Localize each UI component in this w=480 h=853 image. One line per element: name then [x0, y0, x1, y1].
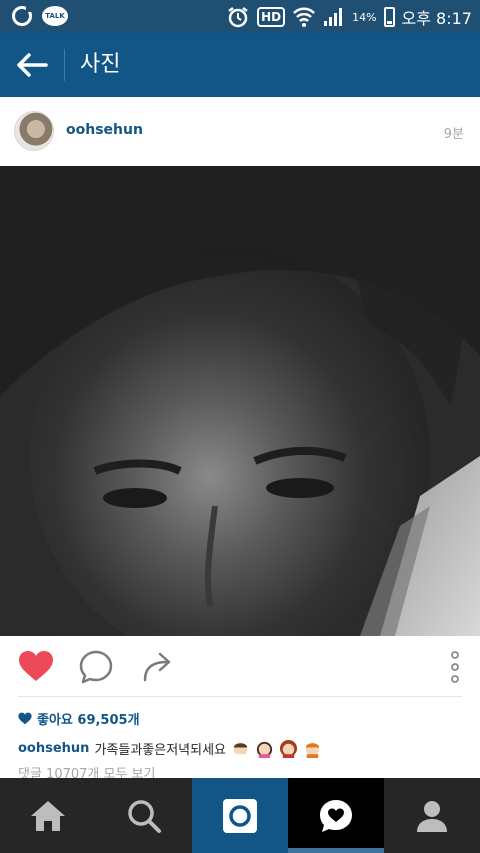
nav-camera[interactable]	[192, 778, 288, 853]
photo-image	[0, 166, 480, 636]
heart-icon	[19, 651, 53, 681]
nav-activity[interactable]	[288, 778, 384, 853]
actions-divider	[18, 696, 462, 697]
man-emoji-icon	[233, 742, 248, 758]
person-icon	[417, 800, 447, 832]
nav-explore[interactable]	[96, 778, 192, 853]
more-options-button[interactable]	[447, 650, 463, 684]
post-actions	[0, 636, 480, 696]
post-caption: oohsehun 가족들과좋은저녁되세요	[18, 739, 322, 758]
bottom-navigation	[0, 778, 480, 853]
share-arrow-icon	[143, 652, 171, 682]
kakaotalk-icon: TALK	[42, 6, 68, 26]
small-heart-icon	[18, 712, 32, 725]
avatar[interactable]	[14, 111, 54, 151]
search-icon	[128, 799, 161, 833]
post-username[interactable]: oohsehun	[66, 122, 143, 138]
app-notification-icon	[12, 6, 33, 26]
post-photo[interactable]	[0, 166, 480, 636]
signal-strength-icon	[324, 8, 343, 26]
alarm-clock-icon	[228, 7, 248, 28]
home-icon	[31, 800, 65, 831]
status-bar-notifications: TALK	[12, 6, 68, 26]
hd-voice-badge: HD	[257, 7, 286, 27]
header-divider	[64, 49, 65, 81]
heart-bubble-icon	[320, 799, 352, 832]
app-header: 사진	[0, 33, 480, 97]
girl-emoji-icon	[256, 741, 273, 758]
page-title: 사진	[80, 52, 121, 77]
arrow-left-icon	[17, 53, 48, 77]
vertical-dots-icon	[451, 651, 459, 683]
wifi-icon	[293, 7, 315, 27]
woman-emoji-icon	[279, 739, 298, 758]
nav-profile[interactable]	[384, 778, 480, 853]
status-bar: TALK HD 14% 오후 8:17	[0, 0, 480, 33]
caption-username[interactable]: oohsehun	[18, 741, 89, 756]
likes-text: 좋아요 69,505개	[37, 713, 140, 728]
caption-text: 가족들과좋은저녁되세요	[94, 743, 226, 758]
post-header: oohsehun 9분	[0, 97, 480, 166]
battery-percent: 14%	[352, 10, 377, 24]
post-timestamp: 9분	[443, 127, 464, 142]
share-button[interactable]	[141, 650, 175, 682]
battery-icon	[383, 7, 395, 27]
comment-bubble-icon	[79, 650, 113, 684]
status-bar-indicators: HD 14% 오후 8:17	[226, 5, 472, 29]
clock-time: 오후 8:17	[401, 9, 472, 28]
camera-icon	[223, 798, 257, 833]
comment-button[interactable]	[79, 650, 113, 684]
back-button[interactable]	[14, 50, 50, 80]
likes-count[interactable]: 좋아요 69,505개	[18, 709, 140, 728]
boy-emoji-icon	[305, 742, 320, 758]
like-button[interactable]	[18, 650, 54, 682]
nav-home[interactable]	[0, 778, 96, 853]
